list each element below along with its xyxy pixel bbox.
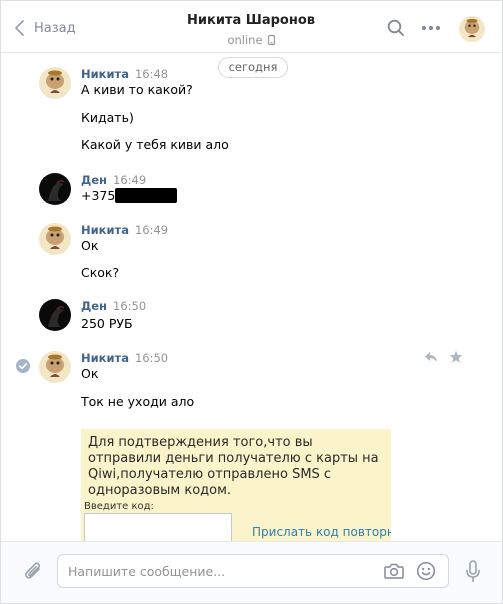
chat-window: Назад Никита Шаронов online сегодня Ники… xyxy=(0,0,503,604)
search-icon[interactable] xyxy=(387,19,405,37)
camera-icon[interactable] xyxy=(384,562,404,580)
message-input[interactable] xyxy=(68,555,378,587)
message-author[interactable]: Ден xyxy=(81,173,107,187)
message-text: Ток не уходи ало xyxy=(81,394,195,409)
code-label: Введите код: xyxy=(84,501,154,512)
code-input-field xyxy=(84,513,232,541)
check-icon[interactable] xyxy=(16,359,30,373)
message-author[interactable]: Никита xyxy=(81,223,129,237)
message-text: Ок xyxy=(81,238,99,253)
online-status: online xyxy=(151,33,351,47)
message-text: Кидать) xyxy=(81,110,134,125)
back-button[interactable]: Назад xyxy=(15,17,76,39)
phone-number-text: +375 xyxy=(81,188,116,203)
message-meta: Никита 16:48 xyxy=(81,67,168,81)
smile-icon[interactable] xyxy=(416,561,436,581)
message-meta: Никита 16:50 xyxy=(81,351,168,365)
status-text: online xyxy=(227,33,263,47)
message-time[interactable]: 16:49 xyxy=(135,223,168,237)
microphone-icon[interactable] xyxy=(465,560,481,584)
message-text: +375 xyxy=(81,188,178,204)
avatar[interactable] xyxy=(39,299,71,331)
message-author[interactable]: Ден xyxy=(81,299,107,313)
message-text: Какой у тебя киви ало xyxy=(81,137,229,152)
star-icon[interactable] xyxy=(449,350,463,364)
conversation-title-block[interactable]: Никита Шаронов online xyxy=(151,13,351,47)
back-label: Назад xyxy=(34,20,76,36)
message-text: А киви то какой? xyxy=(81,82,193,97)
message-input-box[interactable] xyxy=(57,554,449,588)
message-time[interactable]: 16:49 xyxy=(113,173,146,187)
message-time[interactable]: 16:50 xyxy=(135,351,168,365)
reply-icon[interactable] xyxy=(424,351,438,363)
date-separator: сегодня xyxy=(218,57,288,78)
paperclip-icon[interactable] xyxy=(23,560,43,582)
avatar[interactable] xyxy=(39,351,71,383)
resend-code-link: Прислать код повторно xyxy=(252,525,391,539)
message-text: Ок xyxy=(81,366,99,381)
avatar[interactable] xyxy=(39,223,71,255)
avatar[interactable] xyxy=(459,16,485,42)
chevron-left-icon xyxy=(15,20,24,36)
avatar[interactable] xyxy=(39,67,71,99)
sms-confirmation-text: Для подтверждения того,что вы отправили … xyxy=(88,435,379,498)
page-title: Никита Шаронов xyxy=(187,13,315,28)
message-time[interactable]: 16:48 xyxy=(135,67,168,81)
message-author[interactable]: Никита xyxy=(81,67,129,81)
message-composer xyxy=(1,541,502,603)
redaction-mark xyxy=(115,188,178,203)
message-text: Скок? xyxy=(81,265,120,280)
more-dots-icon[interactable] xyxy=(421,25,441,31)
mobile-phone-icon xyxy=(267,35,275,45)
message-text: 250 РУБ xyxy=(81,316,133,331)
avatar[interactable] xyxy=(39,173,71,205)
chat-header: Назад Никита Шаронов online xyxy=(1,1,502,53)
message-meta: Ден 16:50 xyxy=(81,299,146,313)
message-author[interactable]: Никита xyxy=(81,351,129,365)
message-time[interactable]: 16:50 xyxy=(113,299,146,313)
attached-image[interactable]: Для подтверждения того,что вы отправили … xyxy=(81,429,391,541)
message-meta: Ден 16:49 xyxy=(81,173,146,187)
message-meta: Никита 16:49 xyxy=(81,223,168,237)
